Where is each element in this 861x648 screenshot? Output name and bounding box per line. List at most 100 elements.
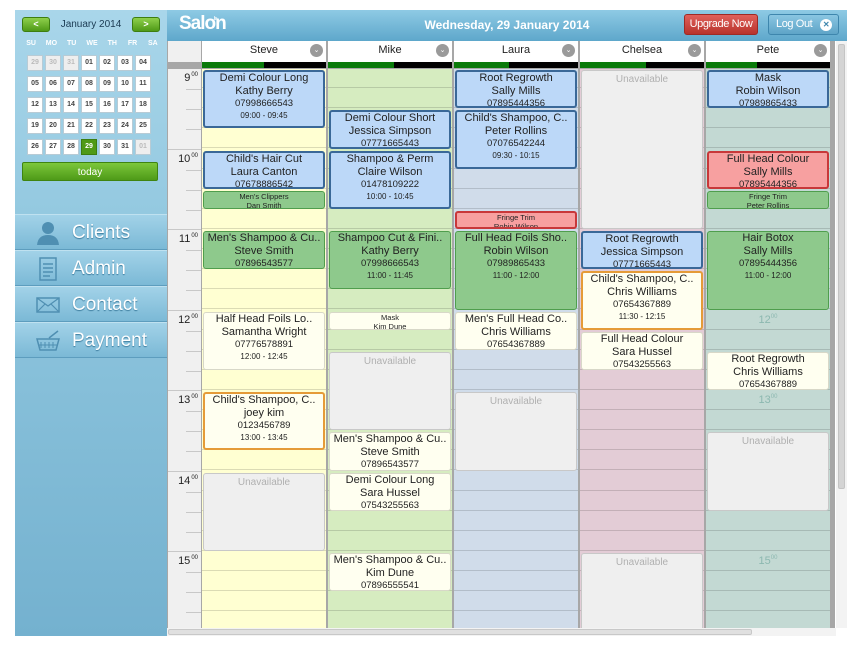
calendar-day[interactable]: 23	[99, 118, 115, 134]
time-slot[interactable]	[202, 290, 326, 310]
appointment-card[interactable]: Full Head Foils Sho.. Robin Wilson 0798986…	[455, 231, 577, 310]
time-slot[interactable]	[454, 170, 578, 189]
time-slot[interactable]	[706, 532, 830, 551]
upgrade-now-button[interactable]: Upgrade Now	[684, 14, 758, 35]
vertical-scrollbar[interactable]	[836, 41, 847, 628]
time-slot[interactable]	[202, 129, 326, 149]
appointment-card[interactable]: Hair Botox Sally Mills 07895444356 11:00 - …	[707, 231, 829, 310]
calendar-day[interactable]: 06	[45, 76, 61, 92]
time-slot[interactable]	[328, 89, 452, 109]
calendar-day[interactable]: 08	[81, 76, 97, 92]
time-slot[interactable]	[580, 451, 704, 471]
time-slot[interactable]	[580, 391, 704, 410]
calendar-day[interactable]: 21	[63, 118, 79, 134]
horizontal-scrollbar[interactable]	[167, 628, 836, 636]
calendar-day[interactable]: 03	[117, 55, 133, 71]
calendar-day[interactable]: 15	[81, 97, 97, 113]
calendar-day[interactable]: 24	[117, 118, 133, 134]
time-slot[interactable]	[580, 472, 704, 491]
calendar-day[interactable]: 05	[27, 76, 43, 92]
time-slot[interactable]	[706, 210, 830, 229]
calendar-day[interactable]: 04	[135, 55, 151, 71]
menu-item-clients[interactable]: Clients	[15, 214, 167, 250]
calendar-day[interactable]: 14	[63, 97, 79, 113]
calendar-day[interactable]: 13	[45, 97, 61, 113]
time-slot[interactable]	[328, 210, 452, 229]
time-slot[interactable]	[454, 572, 578, 592]
appointment-card[interactable]: Half Head Foils Lo.. Samantha Wright 07776…	[203, 311, 325, 370]
appointment-card[interactable]: Child's Hair Cut Laura Canton 07678886542	[203, 150, 325, 189]
calendar-day[interactable]: 17	[117, 97, 133, 113]
time-slot[interactable]	[202, 270, 326, 290]
appointment-card[interactable]: Men's Clippers Dan Smith	[203, 190, 325, 209]
calendar-day[interactable]: 27	[45, 139, 61, 155]
staff-column-header-chelsea[interactable]: Chelsea ⌄	[580, 41, 704, 62]
vertical-scroll-thumb[interactable]	[838, 44, 845, 489]
menu-item-contact[interactable]: Contact	[15, 286, 167, 322]
calendar-day[interactable]: 09	[99, 76, 115, 92]
time-slot[interactable]	[454, 371, 578, 390]
prev-month-button[interactable]: <	[22, 17, 50, 32]
time-slot[interactable]	[706, 129, 830, 149]
time-slot[interactable]	[328, 592, 452, 612]
appointment-card[interactable]: Men's Shampoo & Cu.. Kim Dune 07896555541	[329, 553, 451, 592]
calendar-day[interactable]: 26	[27, 139, 43, 155]
calendar-day[interactable]: 10	[117, 76, 133, 92]
time-slot[interactable]	[454, 190, 578, 209]
time-slot[interactable]	[706, 109, 830, 129]
time-slot[interactable]	[202, 451, 326, 471]
chevron-down-icon[interactable]: ⌄	[814, 44, 827, 57]
appointment-card[interactable]: Demi Colour Short Jessica Simpson 07771665…	[329, 110, 451, 149]
menu-item-payment[interactable]: Payment	[15, 322, 167, 358]
staff-column-header-mike[interactable]: Mike ⌄	[328, 41, 452, 62]
time-slot[interactable]	[454, 592, 578, 612]
time-slot[interactable]	[580, 492, 704, 511]
appointment-card[interactable]: Root Regrowth Sally Mills 07895444356	[455, 70, 577, 109]
time-slot[interactable]	[580, 532, 704, 551]
calendar-day[interactable]: 31	[63, 55, 79, 71]
calendar-day[interactable]: 30	[99, 139, 115, 155]
chevron-down-icon[interactable]: ⌄	[562, 44, 575, 57]
time-slot[interactable]	[580, 411, 704, 431]
appointment-card[interactable]: Fringe Trim Peter Rollins	[707, 190, 829, 209]
appointment-card[interactable]: Shampoo Cut & Fini.. Kathy Berry 079986665…	[329, 231, 451, 290]
time-slot[interactable]	[202, 210, 326, 229]
time-slot[interactable]	[202, 592, 326, 612]
calendar-day[interactable]: 16	[99, 97, 115, 113]
appointment-card[interactable]: Child's Shampoo, C.. joey kim 0123456789 13…	[203, 392, 325, 451]
staff-column-header-laura[interactable]: Laura ⌄	[454, 41, 578, 62]
calendar-day[interactable]: 28	[63, 139, 79, 155]
appointment-card[interactable]: Men's Shampoo & Cu.. Steve Smith 078965435…	[203, 231, 325, 270]
appointment-card[interactable]: Full Head Colour Sara Hussel 07543255563	[581, 331, 703, 370]
calendar-day[interactable]: 30	[45, 55, 61, 71]
time-slot[interactable]	[454, 612, 578, 628]
time-slot[interactable]	[328, 612, 452, 628]
chevron-down-icon[interactable]: ⌄	[436, 44, 449, 57]
time-slot[interactable]	[202, 371, 326, 390]
appointment-card[interactable]: Mask Robin Wilson 07989865433	[707, 70, 829, 109]
appointment-card[interactable]: Demi Colour Long Sara Hussel 07543255563	[329, 472, 451, 511]
calendar-day[interactable]: 18	[135, 97, 151, 113]
appointment-card[interactable]: Root Regrowth Chris Williams 07654367889	[707, 351, 829, 390]
calendar-day[interactable]: 22	[81, 118, 97, 134]
appointment-card[interactable]: Mask Kim Dune	[329, 311, 451, 330]
next-month-button[interactable]: >	[132, 17, 160, 32]
calendar-day[interactable]: 19	[27, 118, 43, 134]
staff-column-header-pete[interactable]: Pete ⌄	[706, 41, 830, 62]
time-slot[interactable]	[706, 512, 830, 531]
calendar-day[interactable]: 11	[135, 76, 151, 92]
time-slot[interactable]	[706, 331, 830, 350]
calendar-day[interactable]: 29	[27, 55, 43, 71]
appointment-card[interactable]: Child's Shampoo, C.. Chris Williams 076543…	[581, 271, 703, 330]
time-slot[interactable]	[454, 512, 578, 531]
time-slot[interactable]	[454, 552, 578, 571]
calendar-day[interactable]: 12	[27, 97, 43, 113]
calendar-day[interactable]: 31	[117, 139, 133, 155]
calendar-day[interactable]: 01	[135, 139, 151, 155]
time-slot[interactable]	[580, 512, 704, 531]
time-slot[interactable]	[706, 612, 830, 628]
appointment-card[interactable]: Demi Colour Long Kathy Berry 07998666543 09…	[203, 70, 325, 129]
appointment-card[interactable]: Men's Full Head Co.. Chris Williams 076543…	[455, 311, 577, 350]
time-slot[interactable]	[580, 431, 704, 451]
time-slot[interactable]	[706, 411, 830, 431]
